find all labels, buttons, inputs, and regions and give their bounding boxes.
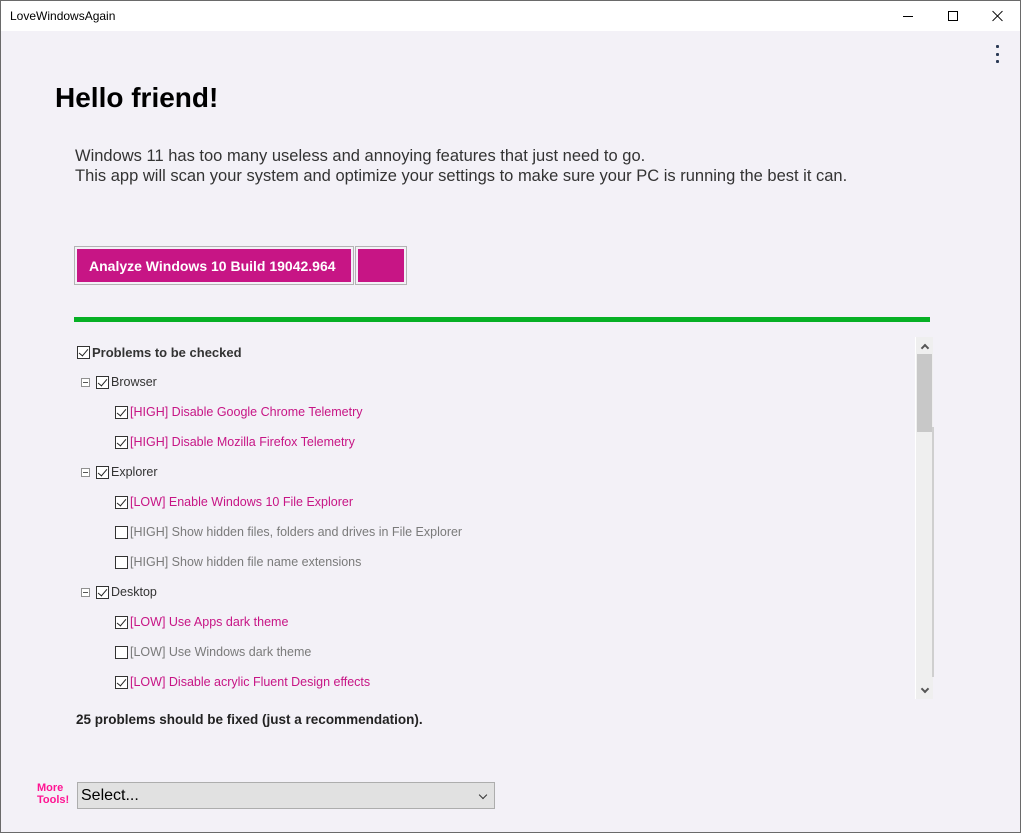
tree-item[interactable]: [HIGH] Disable Google Chrome Telemetry xyxy=(115,403,363,421)
maximize-button[interactable] xyxy=(930,1,976,31)
chevron-up-icon xyxy=(920,343,929,352)
tree-group-explorer[interactable]: Explorer xyxy=(81,463,158,481)
more-tools-line-2: Tools! xyxy=(37,794,70,806)
scroll-down-button[interactable] xyxy=(916,682,933,699)
kebab-dot-icon xyxy=(995,60,999,63)
chevron-down-icon xyxy=(920,684,929,693)
close-icon xyxy=(992,10,1004,22)
tree-item[interactable]: [LOW] Use Apps dark theme xyxy=(115,613,288,631)
analysis-progress-bar xyxy=(74,317,930,322)
checkbox-checked[interactable] xyxy=(96,585,109,599)
checkbox-checked[interactable] xyxy=(96,465,109,479)
kebab-dot-icon xyxy=(995,45,999,48)
close-button[interactable] xyxy=(975,1,1020,31)
checkbox-checked[interactable] xyxy=(115,615,128,629)
checkbox-checked[interactable] xyxy=(115,675,128,689)
checkbox-checked[interactable] xyxy=(115,435,128,449)
select-value: Select... xyxy=(81,786,139,804)
scroll-up-button[interactable] xyxy=(916,337,933,354)
tree-node-label: [HIGH] Disable Google Chrome Telemetry xyxy=(130,405,363,419)
tree-item[interactable]: [LOW] Disable acrylic Fluent Design effe… xyxy=(115,673,370,691)
page-heading: Hello friend! xyxy=(55,82,219,113)
tree-node-label: [HIGH] Show hidden file name extensions xyxy=(130,555,362,569)
app-window: LoveWindowsAgain Hello friend! Windows 1… xyxy=(0,0,1021,833)
tree-node-label: [HIGH] Show hidden files, folders and dr… xyxy=(130,525,463,539)
intro-line-2: This app will scan your system and optim… xyxy=(75,167,848,185)
tree-root[interactable]: Problems to be checked xyxy=(77,343,242,361)
problems-tree: Problems to be checked Browser [HIGH] Disa… xyxy=(75,339,915,699)
more-tools-label: More Tools! xyxy=(37,782,69,806)
checkbox-checked[interactable] xyxy=(115,405,128,419)
analyze-button-group: Analyze Windows 10 Build 19042.964 xyxy=(74,246,407,285)
tree-item[interactable]: [LOW] Enable Windows 10 File Explorer xyxy=(115,493,353,511)
more-tools-select[interactable]: Select... xyxy=(77,782,495,809)
minimize-button[interactable] xyxy=(885,1,931,31)
progress-fill xyxy=(74,317,930,322)
tree-item[interactable]: [HIGH] Show hidden files, folders and dr… xyxy=(115,523,462,541)
more-tools-line-1: More xyxy=(37,782,64,794)
checkbox-unchecked[interactable] xyxy=(115,645,128,659)
collapse-icon[interactable] xyxy=(81,377,90,387)
tree-node-label: [LOW] Use Windows dark theme xyxy=(130,645,312,659)
title-bar: LoveWindowsAgain xyxy=(1,1,1020,31)
checkbox-checked[interactable] xyxy=(77,345,90,359)
tree-item[interactable]: [HIGH] Disable Mozilla Firefox Telemetry xyxy=(115,433,355,451)
scroll-thumb[interactable] xyxy=(917,354,932,432)
analyze-button-label: Analyze Windows 10 Build 19042.964 xyxy=(77,249,351,282)
analyze-button[interactable]: Analyze Windows 10 Build 19042.964 xyxy=(74,246,354,285)
tree-node-label: [LOW] Disable acrylic Fluent Design effe… xyxy=(130,675,371,689)
scroll-track-indicator xyxy=(932,427,934,677)
tree-group-browser[interactable]: Browser xyxy=(81,373,157,391)
checkbox-unchecked[interactable] xyxy=(115,555,128,569)
tree-node-label: Explorer xyxy=(111,465,158,479)
tree-node-label: Problems to be checked xyxy=(92,344,242,360)
intro-line-1: Windows 11 has too many useless and anno… xyxy=(75,147,646,165)
collapse-icon[interactable] xyxy=(81,467,90,477)
checkbox-checked[interactable] xyxy=(96,375,109,389)
analyze-options-fill xyxy=(358,249,404,282)
window-title: LoveWindowsAgain xyxy=(10,9,116,23)
chevron-down-icon xyxy=(478,790,488,800)
summary-text: 25 problems should be fixed (just a reco… xyxy=(76,712,423,727)
tree-node-label: Desktop xyxy=(111,585,157,599)
tree-node-label: [HIGH] Disable Mozilla Firefox Telemetry xyxy=(130,435,355,449)
maximize-icon xyxy=(948,11,958,21)
tree-group-desktop[interactable]: Desktop xyxy=(81,583,157,601)
collapse-icon[interactable] xyxy=(81,587,90,597)
analyze-options-button[interactable] xyxy=(355,246,407,285)
more-options-button[interactable] xyxy=(989,43,1005,65)
checkbox-checked[interactable] xyxy=(115,495,128,509)
tree-node-label: Browser xyxy=(111,375,157,389)
tree-node-label: [LOW] Enable Windows 10 File Explorer xyxy=(130,495,354,509)
tree-item[interactable]: [HIGH] Show hidden file name extensions xyxy=(115,553,361,571)
tree-node-label: [LOW] Use Apps dark theme xyxy=(130,615,289,629)
intro-text: Windows 11 has too many useless and anno… xyxy=(75,146,847,186)
kebab-dot-icon xyxy=(995,52,999,56)
tree-scrollbar[interactable] xyxy=(915,337,934,699)
minimize-icon xyxy=(903,15,913,17)
tree-item[interactable]: [LOW] Use Windows dark theme xyxy=(115,643,311,661)
checkbox-unchecked[interactable] xyxy=(115,525,128,539)
